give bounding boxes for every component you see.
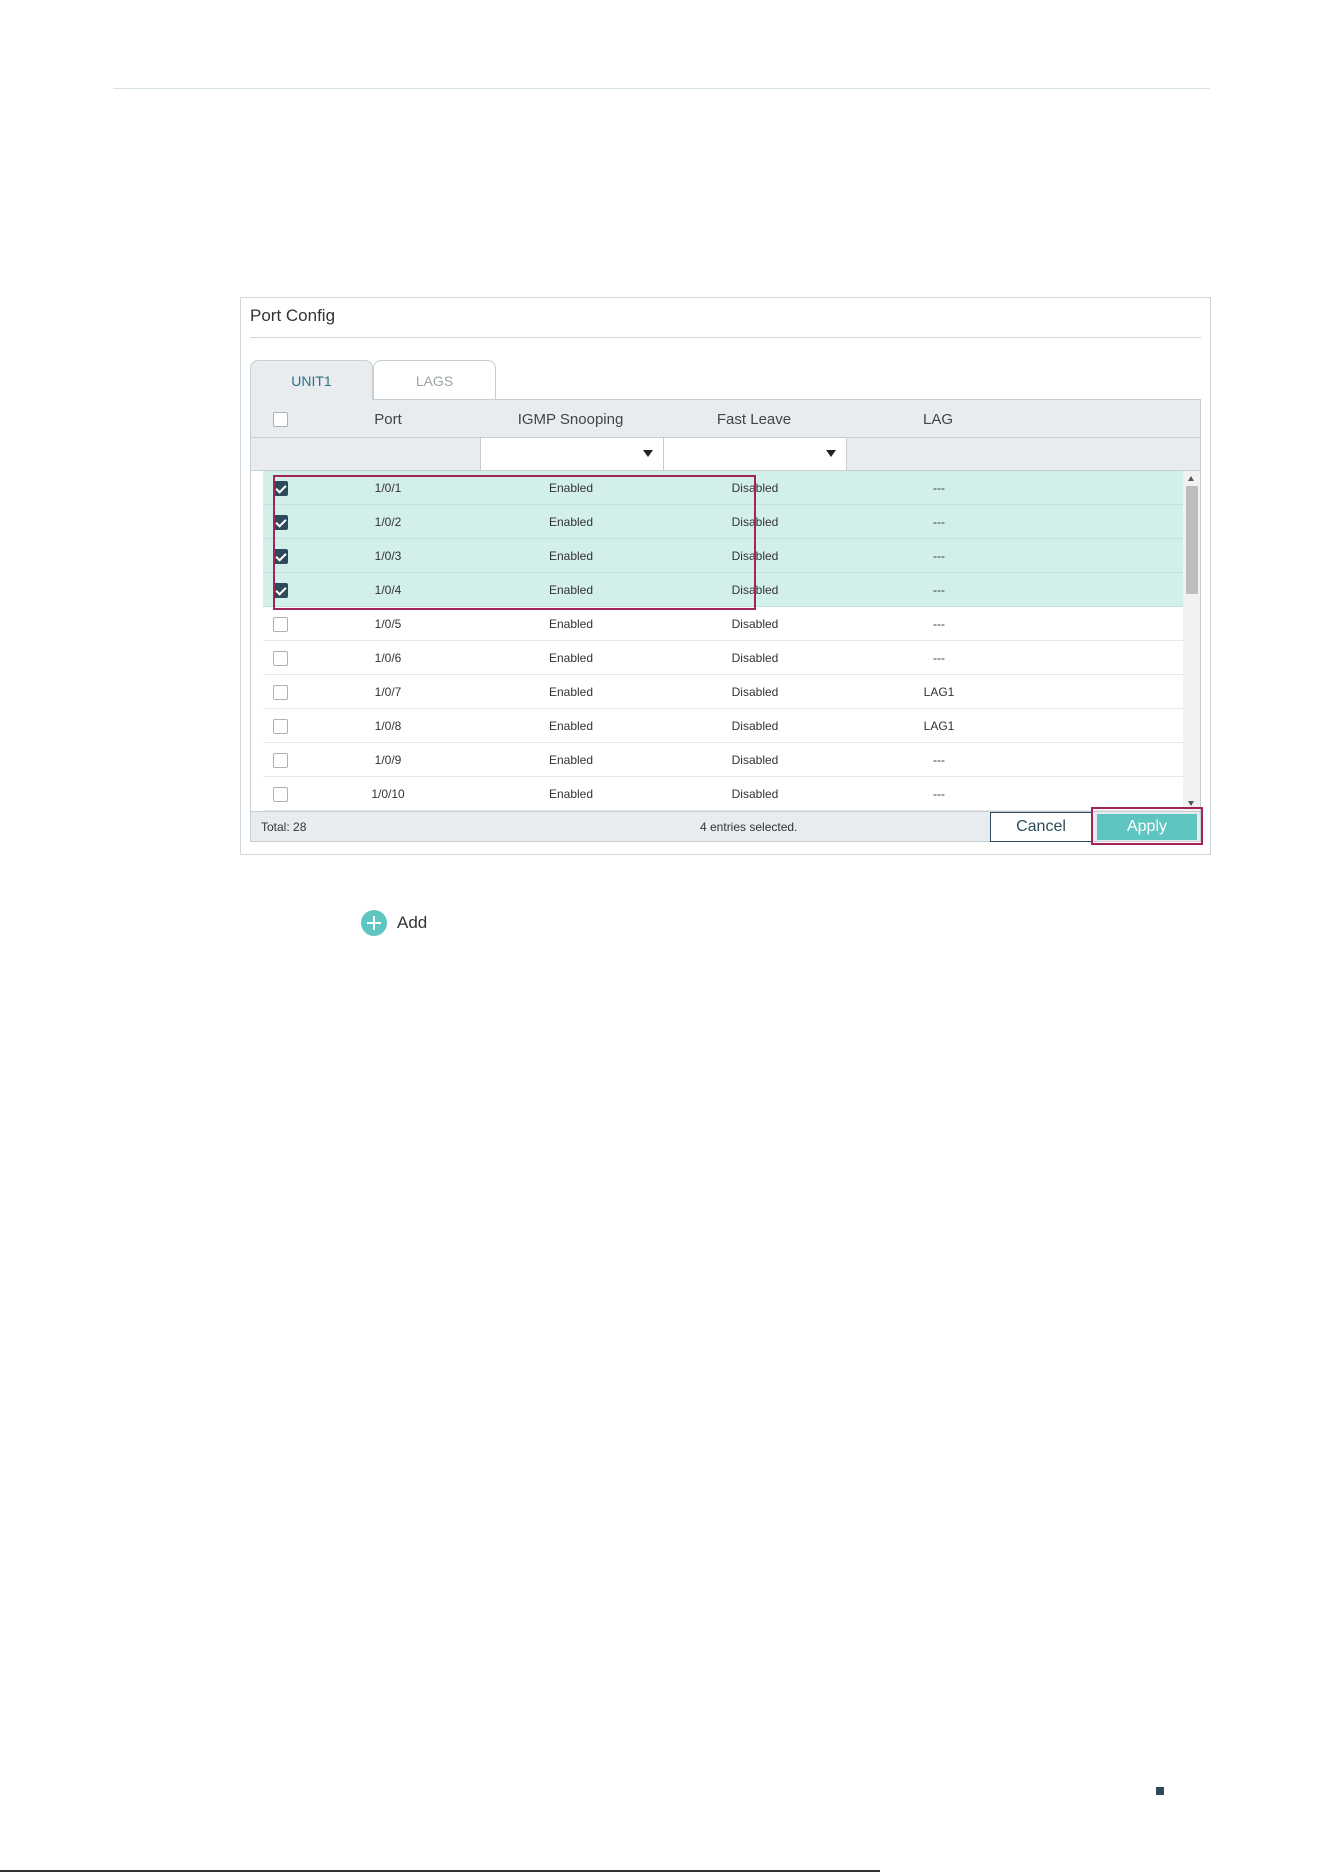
column-header-igmp-snooping[interactable]: IGMP Snooping (479, 400, 662, 438)
row-checkbox[interactable] (273, 685, 288, 700)
plus-circle-icon (361, 910, 387, 936)
add-label: Add (397, 913, 428, 932)
cell-port: 1/0/2 (374, 515, 402, 529)
cell-lag: --- (933, 617, 945, 631)
cell-lag: LAG1 (923, 685, 955, 699)
row-checkbox[interactable] (273, 549, 288, 564)
row-checkbox[interactable] (273, 515, 288, 530)
row-checkbox[interactable] (273, 787, 288, 802)
row-checkbox[interactable] (273, 719, 288, 734)
cell-fast-leave: Disabled (731, 549, 779, 563)
cell-fast-leave: Disabled (731, 651, 779, 665)
cell-fast-leave: Disabled (731, 481, 779, 495)
page-marker (1156, 1787, 1164, 1795)
cell-lag: --- (933, 549, 945, 563)
table-row[interactable]: 1/0/2 Enabled Disabled --- (263, 505, 1183, 539)
title-divider (250, 337, 1201, 338)
table-row[interactable]: 1/0/4 Enabled Disabled --- (263, 573, 1183, 607)
cell-port: 1/0/6 (374, 651, 402, 665)
table-row[interactable]: 1/0/5 Enabled Disabled --- (263, 607, 1183, 641)
apply-highlight (1091, 807, 1203, 845)
cell-igmp-snooping: Enabled (548, 515, 594, 529)
table-header: Port IGMP Snooping Fast Leave LAG (251, 400, 1200, 438)
cell-igmp-snooping: Enabled (548, 481, 594, 495)
cell-fast-leave: Disabled (731, 583, 779, 597)
table-scrollbar[interactable] (1183, 471, 1200, 811)
igmp-snooping-filter-select[interactable] (480, 438, 664, 470)
table-row[interactable]: 1/0/10 Enabled Disabled --- (263, 777, 1183, 811)
cancel-button[interactable]: Cancel (990, 812, 1092, 842)
table-row[interactable]: 1/0/7 Enabled Disabled LAG1 (263, 675, 1183, 709)
top-divider (113, 88, 1210, 89)
total-count: Total: 28 (261, 820, 307, 834)
cell-igmp-snooping: Enabled (548, 617, 594, 631)
row-checkbox[interactable] (273, 481, 288, 496)
cell-fast-leave: Disabled (731, 685, 779, 699)
filter-row (251, 438, 1200, 471)
cell-lag: --- (933, 481, 945, 495)
cell-fast-leave: Disabled (731, 753, 779, 767)
cell-port: 1/0/8 (374, 719, 402, 733)
cell-fast-leave: Disabled (731, 617, 779, 631)
port-table: Port IGMP Snooping Fast Leave LAG 1/0/1 E… (250, 399, 1201, 842)
select-all-checkbox[interactable] (273, 412, 288, 427)
column-header-fast-leave[interactable]: Fast Leave (662, 400, 846, 438)
table-row[interactable]: 1/0/8 Enabled Disabled LAG1 (263, 709, 1183, 743)
cell-port: 1/0/5 (374, 617, 402, 631)
table-row[interactable]: 1/0/6 Enabled Disabled --- (263, 641, 1183, 675)
dropdown-arrow-icon (826, 450, 836, 457)
row-checkbox[interactable] (273, 583, 288, 598)
table-row[interactable]: 1/0/1 Enabled Disabled --- (263, 471, 1183, 505)
cell-igmp-snooping: Enabled (548, 719, 594, 733)
cell-lag: --- (933, 753, 945, 767)
add-button[interactable]: Add (361, 910, 427, 936)
panel-title: Port Config (250, 306, 336, 325)
table-body: 1/0/1 Enabled Disabled --- 1/0/2 Enabled Disab… (251, 471, 1200, 811)
cell-lag: --- (933, 515, 945, 529)
row-checkbox[interactable] (273, 753, 288, 768)
cell-port: 1/0/7 (374, 685, 402, 699)
table-row[interactable]: 1/0/9 Enabled Disabled --- (263, 743, 1183, 777)
row-checkbox[interactable] (273, 617, 288, 632)
selected-count: 4 entries selected. (700, 820, 798, 834)
cell-igmp-snooping: Enabled (548, 583, 594, 597)
cell-lag: LAG1 (923, 719, 955, 733)
cell-lag: --- (933, 651, 945, 665)
scroll-down-arrow-icon[interactable] (1188, 801, 1194, 806)
cell-igmp-snooping: Enabled (548, 549, 594, 563)
cell-port: 1/0/4 (374, 583, 402, 597)
cell-fast-leave: Disabled (731, 719, 779, 733)
cell-fast-leave: Disabled (731, 515, 779, 529)
scroll-thumb[interactable] (1186, 486, 1198, 594)
cell-port: 1/0/3 (374, 549, 402, 563)
cell-igmp-snooping: Enabled (548, 651, 594, 665)
cell-lag: --- (933, 583, 945, 597)
cell-igmp-snooping: Enabled (548, 753, 594, 767)
port-config-panel: Port Config UNIT1 LAGS Port IGMP Snoopin… (240, 297, 1211, 855)
dropdown-arrow-icon (643, 450, 653, 457)
cell-lag: --- (933, 787, 945, 801)
cell-port: 1/0/9 (374, 753, 402, 767)
cell-fast-leave: Disabled (731, 787, 779, 801)
scroll-up-arrow-icon[interactable] (1188, 476, 1194, 481)
cell-port: 1/0/10 (371, 787, 405, 801)
table-footer: Total: 28 4 entries selected. Cancel App… (251, 811, 1200, 842)
table-row[interactable]: 1/0/3 Enabled Disabled --- (263, 539, 1183, 573)
column-header-lag[interactable]: LAG (846, 400, 1030, 438)
cell-igmp-snooping: Enabled (548, 787, 594, 801)
fast-leave-filter-select[interactable] (663, 438, 847, 470)
tab-lags[interactable]: LAGS (373, 360, 496, 400)
tab-unit1[interactable]: UNIT1 (250, 360, 373, 400)
column-header-port[interactable]: Port (297, 400, 479, 438)
cell-igmp-snooping: Enabled (548, 685, 594, 699)
cell-port: 1/0/1 (374, 481, 402, 495)
row-checkbox[interactable] (273, 651, 288, 666)
